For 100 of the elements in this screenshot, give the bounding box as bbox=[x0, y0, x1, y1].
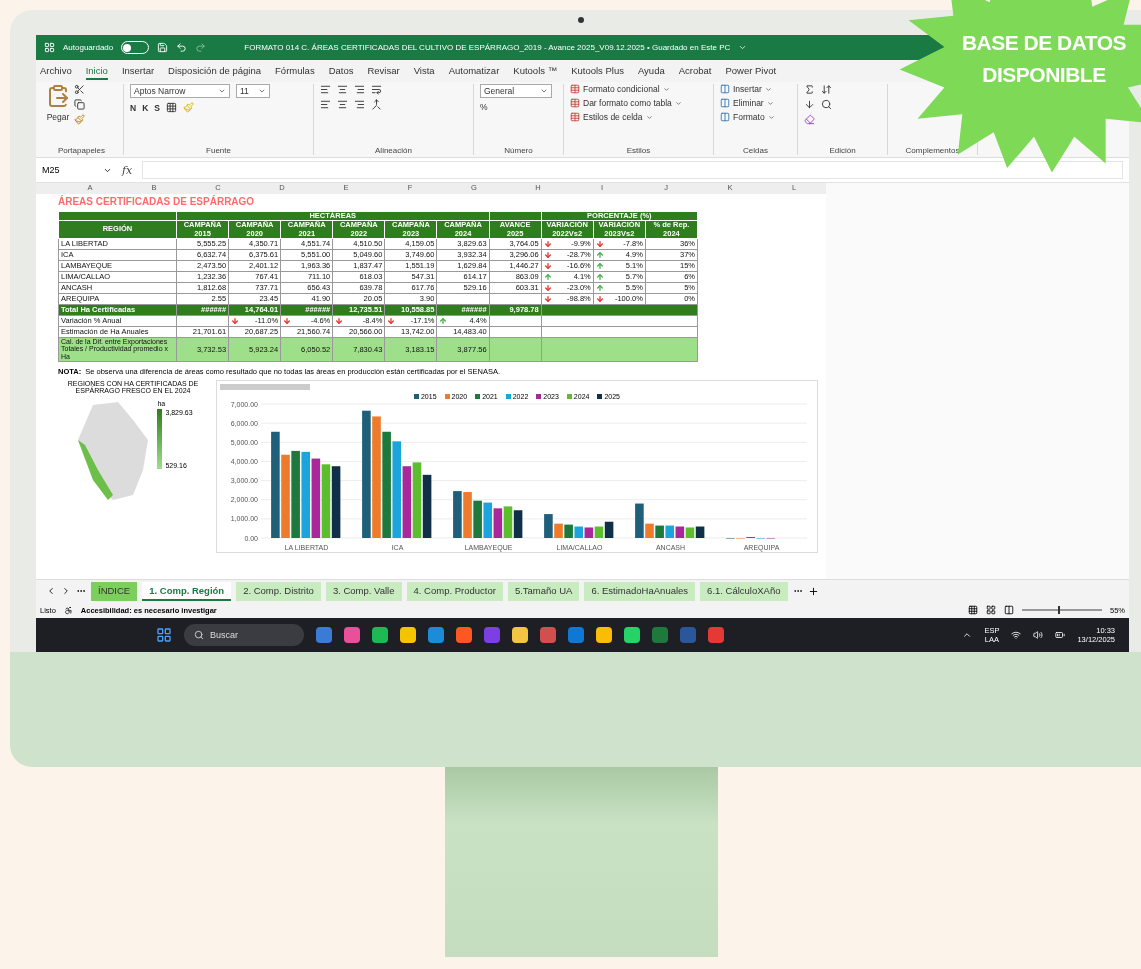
search-icon[interactable] bbox=[821, 99, 832, 110]
caret-icon[interactable] bbox=[258, 87, 266, 95]
menu-tab[interactable]: Power Pivot bbox=[725, 62, 777, 80]
menu-tab[interactable]: Datos bbox=[328, 62, 354, 80]
fill-color-icon[interactable] bbox=[182, 102, 194, 113]
menu-tab[interactable]: Revisar bbox=[367, 62, 400, 80]
cells-button[interactable]: Eliminar bbox=[720, 98, 774, 108]
sheet-tab[interactable]: 3. Comp. Valle bbox=[325, 581, 402, 601]
add-sheet-icon[interactable] bbox=[807, 585, 819, 597]
camera-dot bbox=[578, 17, 584, 23]
app-icon[interactable] bbox=[456, 627, 472, 643]
pivot-field-button[interactable] bbox=[220, 383, 310, 390]
font-size-field[interactable]: 11 bbox=[236, 84, 270, 98]
cells-button[interactable]: Insertar bbox=[720, 84, 772, 94]
caret-icon[interactable] bbox=[540, 87, 548, 95]
sheet-tab[interactable]: ÍNDICE bbox=[91, 581, 138, 601]
battery-icon[interactable] bbox=[1055, 630, 1066, 640]
align-left-icon[interactable] bbox=[320, 99, 331, 110]
wifi-icon[interactable] bbox=[1011, 630, 1022, 640]
align-center-icon[interactable] bbox=[337, 84, 348, 95]
sheet-tab[interactable]: 2. Comp. Distrito bbox=[236, 581, 321, 601]
menu-tab[interactable]: Acrobat bbox=[678, 62, 712, 80]
styles-button[interactable]: Formato condicional bbox=[570, 84, 670, 94]
start-icon[interactable] bbox=[156, 627, 172, 643]
menu-tab[interactable]: Inicio bbox=[85, 62, 108, 80]
styles-button[interactable]: Estilos de celda bbox=[570, 112, 653, 122]
app-icon[interactable] bbox=[540, 627, 556, 643]
wrap-text-icon[interactable] bbox=[371, 84, 382, 95]
chart-bar bbox=[574, 526, 584, 538]
menu-tab[interactable]: Ayuda bbox=[637, 62, 665, 80]
caret-icon bbox=[645, 113, 653, 121]
menu-tab[interactable]: Archivo bbox=[40, 62, 72, 80]
app-icon[interactable] bbox=[316, 627, 332, 643]
menu-tab[interactable]: Vista bbox=[413, 62, 435, 80]
sum-icon[interactable] bbox=[804, 84, 815, 95]
borders-icon[interactable] bbox=[165, 102, 177, 113]
font-name-field[interactable]: Aptos Narrow bbox=[130, 84, 230, 98]
align-right-icon[interactable] bbox=[354, 99, 365, 110]
font-style-button[interactable]: N bbox=[130, 102, 137, 113]
align-center-icon[interactable] bbox=[337, 99, 348, 110]
columns-icon bbox=[720, 112, 730, 122]
page-break-icon[interactable] bbox=[1004, 605, 1014, 615]
app-icon[interactable] bbox=[428, 627, 444, 643]
cut-icon[interactable] bbox=[74, 84, 85, 95]
app-icon[interactable] bbox=[596, 627, 612, 643]
menu-tab[interactable]: Insertar bbox=[121, 62, 155, 80]
app-icon[interactable] bbox=[708, 627, 724, 643]
sort-filter-icon[interactable] bbox=[821, 84, 832, 95]
merge-icon[interactable] bbox=[371, 99, 382, 110]
paste-button[interactable]: Pegar bbox=[46, 112, 70, 122]
percent-button[interactable]: % bbox=[480, 102, 488, 112]
function-button[interactable]: fx bbox=[122, 163, 133, 177]
app-icon[interactable] bbox=[568, 627, 584, 643]
cells-button[interactable]: Formato bbox=[720, 112, 775, 122]
name-box[interactable]: M25 bbox=[42, 165, 112, 175]
menu-tab[interactable]: Kutools ™ bbox=[513, 62, 558, 80]
eraser-icon[interactable] bbox=[804, 114, 815, 125]
chart-bar bbox=[695, 526, 705, 538]
ribbon-group-label: Alineación bbox=[374, 146, 413, 155]
menu-tab[interactable]: Fórmulas bbox=[275, 62, 315, 80]
format-painter-icon[interactable] bbox=[74, 114, 85, 125]
save-icon[interactable] bbox=[157, 42, 169, 53]
autosave-label: Autoguardado bbox=[63, 43, 114, 52]
sheet-tab[interactable]: 5.Tamaño UA bbox=[507, 581, 580, 601]
ribbon-group-label: Fuente bbox=[205, 146, 232, 155]
align-right-icon[interactable] bbox=[354, 84, 365, 95]
menu-tab[interactable]: Automatizar bbox=[448, 62, 500, 80]
sheet-tab[interactable]: 4. Comp. Productor bbox=[406, 581, 503, 601]
app-icon[interactable] bbox=[400, 627, 416, 643]
volume-icon[interactable] bbox=[1033, 630, 1044, 640]
fill-icon[interactable] bbox=[804, 99, 815, 110]
styles-button[interactable]: Dar formato como tabla bbox=[570, 98, 682, 108]
app-icon[interactable] bbox=[624, 627, 640, 643]
search-field[interactable]: Buscar bbox=[184, 624, 304, 646]
table-icon bbox=[570, 98, 580, 108]
next-sheet-icon[interactable] bbox=[61, 586, 71, 596]
copy-icon[interactable] bbox=[74, 99, 85, 110]
tray-icon[interactable] bbox=[962, 630, 973, 640]
font-style-button[interactable]: K bbox=[142, 102, 149, 113]
chart-bar bbox=[564, 524, 573, 538]
app-icon[interactable] bbox=[512, 627, 528, 643]
chart-bar bbox=[331, 466, 341, 538]
page-layout-icon[interactable] bbox=[986, 605, 996, 615]
formula-input[interactable] bbox=[142, 161, 1123, 179]
app-icon[interactable] bbox=[372, 627, 388, 643]
sheet-tab[interactable]: 1. Comp. Región bbox=[142, 581, 232, 601]
menu-tab[interactable]: Disposición de página bbox=[168, 62, 262, 80]
caret-icon[interactable] bbox=[218, 87, 226, 95]
caret-icon[interactable] bbox=[738, 43, 748, 52]
app-icon[interactable] bbox=[344, 627, 360, 643]
font-style-button[interactable]: S bbox=[154, 102, 160, 113]
undo-icon[interactable] bbox=[176, 42, 188, 53]
align-left-icon[interactable] bbox=[320, 84, 331, 95]
number-format-field[interactable]: General bbox=[480, 84, 552, 98]
search-icon bbox=[194, 630, 204, 640]
menu-tab[interactable]: Kutools Plus bbox=[571, 62, 624, 80]
normal-view-icon[interactable] bbox=[968, 605, 978, 615]
sheet-tab[interactable]: 6. EstimadoHaAnuales bbox=[584, 581, 696, 601]
sheet-tab[interactable]: 6.1. CálculoXAño bbox=[700, 581, 788, 601]
previous-sheet-icon[interactable] bbox=[46, 586, 56, 596]
